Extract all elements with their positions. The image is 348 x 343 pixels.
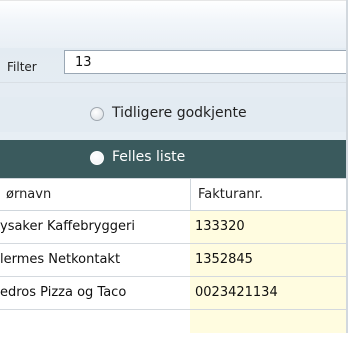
- invoice-grid: ørnavn Fakturanr. ysaker Kaffebryggeri 1…: [0, 178, 348, 333]
- cell-invoice: 0023421134: [195, 285, 278, 300]
- option-felles-liste[interactable]: Felles liste: [0, 140, 348, 178]
- cell-invoice: 133320: [195, 219, 245, 234]
- table-row[interactable]: ysaker Kaffebryggeri 133320: [0, 211, 348, 244]
- table-row[interactable]: [0, 310, 348, 343]
- cell-name: ysaker Kaffebryggeri: [0, 219, 135, 234]
- cell-invoice: 1352845: [195, 252, 253, 267]
- top-border: [0, 0, 348, 1]
- option-tidligere-godkjente[interactable]: Tidligere godkjente: [0, 97, 348, 132]
- filter-panel: Filter Tidligere godkjente Felles liste …: [0, 0, 348, 333]
- filter-label: Filter: [7, 60, 37, 74]
- option-label: Felles liste: [112, 149, 186, 165]
- filter-row: Filter: [0, 46, 348, 83]
- column-header-invoice[interactable]: Fakturanr.: [198, 187, 263, 202]
- cell-name: edros Pizza og Taco: [0, 285, 127, 300]
- table-row[interactable]: edros Pizza og Taco 0023421134: [0, 277, 348, 310]
- grid-header: ørnavn Fakturanr.: [0, 178, 348, 211]
- invoice-cell-bg: [190, 310, 348, 333]
- cell-name: lermes Netkontakt: [0, 252, 121, 267]
- radio-selected-icon[interactable]: [90, 151, 104, 165]
- column-header-name[interactable]: ørnavn: [6, 187, 51, 202]
- radio-unselected-icon[interactable]: [90, 107, 104, 121]
- filter-input[interactable]: [64, 50, 348, 74]
- option-label: Tidligere godkjente: [112, 105, 247, 121]
- divider: [0, 82, 348, 83]
- table-row[interactable]: lermes Netkontakt 1352845: [0, 244, 348, 277]
